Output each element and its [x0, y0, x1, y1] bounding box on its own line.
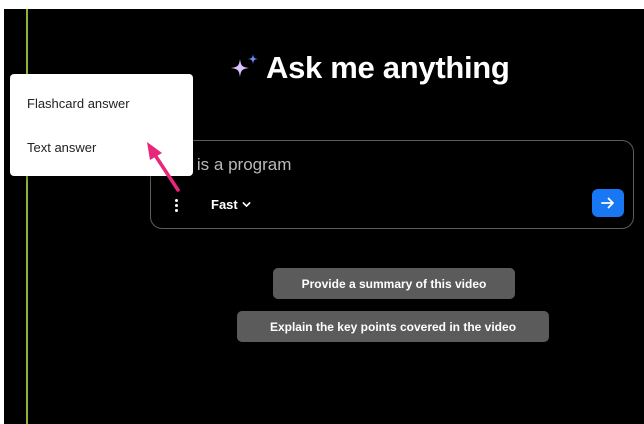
pointer-arrow-icon [147, 142, 180, 192]
prompt-input[interactable]: at is a program [178, 155, 291, 175]
sparkle-icon [231, 54, 258, 77]
suggestion-chip-summary[interactable]: Provide a summary of this video [273, 268, 515, 299]
menu-item-flashcard-answer[interactable]: Flashcard answer [27, 96, 130, 111]
page-title: Ask me anything [266, 50, 510, 85]
speed-dropdown[interactable]: Fast [211, 194, 251, 214]
arrow-right-icon [601, 197, 614, 209]
vertical-ellipsis-icon [174, 198, 178, 202]
options-menu-button[interactable] [171, 196, 181, 214]
speed-label: Fast [211, 196, 238, 212]
menu-item-text-answer[interactable]: Text answer [27, 140, 96, 155]
suggestion-chip-key-points[interactable]: Explain the key points covered in the vi… [237, 311, 549, 342]
sidebar-divider [26, 9, 28, 424]
prompt-input-card[interactable]: at is a program Fast [150, 140, 634, 229]
send-button[interactable] [592, 189, 624, 217]
header: Ask me anything [228, 44, 510, 92]
chevron-down-icon [242, 201, 251, 207]
